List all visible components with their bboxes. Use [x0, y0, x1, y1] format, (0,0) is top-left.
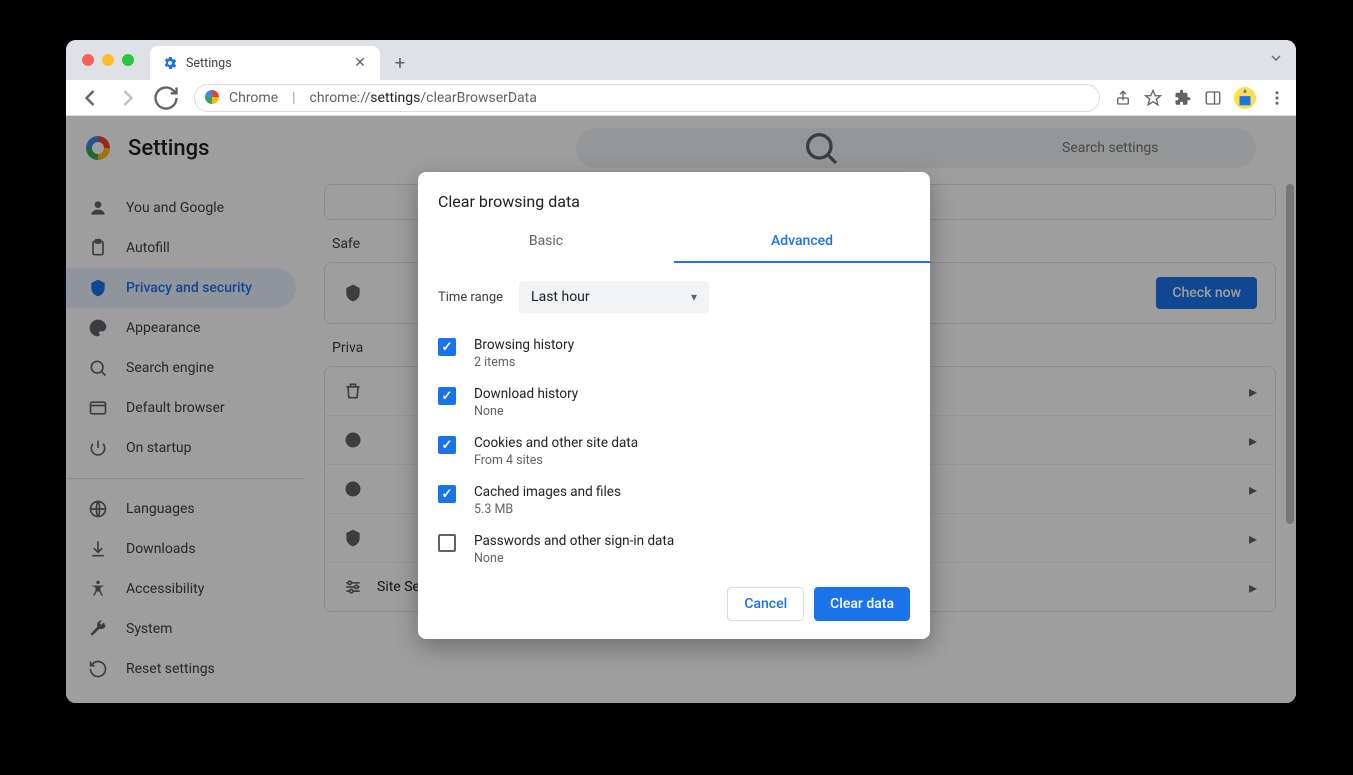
check-item-title: Cookies and other site data [474, 435, 638, 451]
browser-tab[interactable]: Settings ✕ [150, 46, 380, 80]
check-item-subtitle: 2 items [474, 355, 574, 370]
time-range-select[interactable]: Last hour [519, 281, 709, 313]
dialog-body: Time range Last hour Browsing history 2 i… [418, 263, 930, 573]
check-item-title: Browsing history [474, 337, 574, 353]
checkbox[interactable] [438, 485, 456, 503]
url-origin: Chrome [229, 90, 278, 106]
close-tab-button[interactable]: ✕ [352, 55, 368, 71]
new-tab-button[interactable]: + [386, 49, 414, 77]
dialog-tabs: Basic Advanced [418, 223, 930, 263]
check-item-subtitle: None [474, 551, 674, 566]
extensions-icon[interactable] [1174, 89, 1192, 107]
close-window-button[interactable] [82, 54, 94, 66]
checkbox[interactable] [438, 436, 456, 454]
gear-icon [162, 55, 178, 71]
address-bar[interactable]: Chrome | chrome://settings/clearBrowserD… [194, 84, 1100, 112]
check-row-1: Download history None [438, 378, 910, 427]
bookmark-star-icon[interactable] [1144, 89, 1162, 107]
check-row-0: Browsing history 2 items [438, 329, 910, 378]
minimize-window-button[interactable] [102, 54, 114, 66]
tab-title: Settings [186, 56, 344, 71]
profile-avatar[interactable] [1234, 87, 1256, 109]
dialog-footer: Cancel Clear data [418, 573, 930, 639]
checkbox[interactable] [438, 338, 456, 356]
check-row-4: Passwords and other sign-in data None [438, 525, 910, 573]
clear-data-button[interactable]: Clear data [814, 587, 910, 621]
check-item-subtitle: From 4 sites [474, 453, 638, 468]
cancel-button[interactable]: Cancel [727, 587, 804, 621]
tab-strip: Settings ✕ + [66, 40, 1296, 80]
check-row-2: Cookies and other site data From 4 sites [438, 427, 910, 476]
dialog-title: Clear browsing data [418, 172, 930, 223]
menu-icon[interactable] [1268, 89, 1286, 107]
checkbox[interactable] [438, 534, 456, 552]
chrome-icon [205, 90, 221, 106]
check-item-title: Download history [474, 386, 578, 402]
checkbox[interactable] [438, 387, 456, 405]
side-panel-icon[interactable] [1204, 89, 1222, 107]
forward-button[interactable] [114, 84, 142, 112]
check-item-title: Cached images and files [474, 484, 621, 500]
url-path: chrome://settings/clearBrowserData [310, 90, 537, 106]
page-content: Settings You and Google Autofill Privacy… [66, 116, 1296, 703]
check-item-subtitle: None [474, 404, 578, 419]
check-row-3: Cached images and files 5.3 MB [438, 476, 910, 525]
toolbar: Chrome | chrome://settings/clearBrowserD… [66, 80, 1296, 116]
back-button[interactable] [76, 84, 104, 112]
tab-advanced[interactable]: Advanced [674, 223, 930, 263]
share-icon[interactable] [1114, 89, 1132, 107]
browser-window: Settings ✕ + Chrome | chrome://settings/… [66, 40, 1296, 703]
tab-basic[interactable]: Basic [418, 223, 674, 263]
check-item-subtitle: 5.3 MB [474, 502, 621, 517]
reload-button[interactable] [152, 84, 180, 112]
clear-browsing-data-dialog: Clear browsing data Basic Advanced Time … [418, 172, 930, 639]
check-item-title: Passwords and other sign-in data [474, 533, 674, 549]
fullscreen-window-button[interactable] [122, 54, 134, 66]
window-controls [78, 40, 142, 80]
time-range-label: Time range [438, 290, 503, 305]
tab-search-button[interactable] [1268, 50, 1284, 70]
